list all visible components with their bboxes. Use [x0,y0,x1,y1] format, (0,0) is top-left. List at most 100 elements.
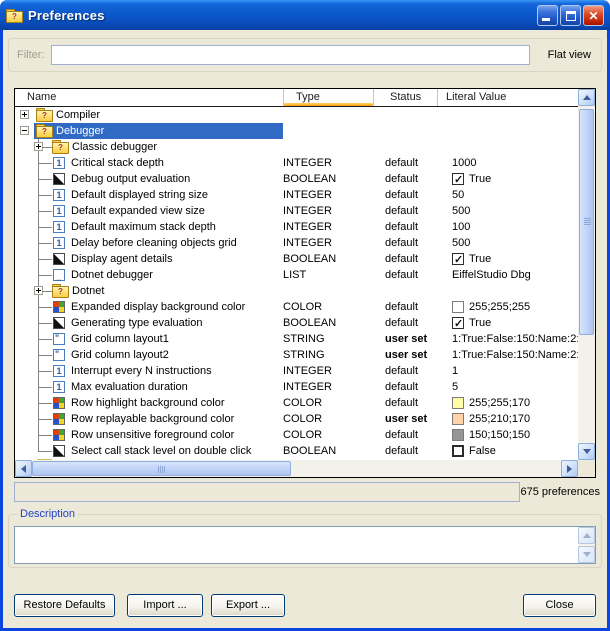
literal-value-cell: False [437,443,578,459]
export-button[interactable]: Export ... [211,594,285,617]
literal-value-cell [437,139,578,155]
literal-value-cell: 500 [437,235,578,251]
literal-text: 255;210;170 [469,411,530,427]
expand-toggle[interactable] [34,142,43,151]
expand-toggle[interactable] [20,126,29,135]
tree-connector [38,419,52,420]
integer-icon: 1 [53,381,65,393]
table-row[interactable]: Grid column layout2STRINGuser set1:True:… [15,347,578,363]
scroll-down-button[interactable] [578,443,595,460]
table-row[interactable]: Row replayable background colorCOLORuser… [15,411,578,427]
literal-text: 255;255;170 [469,395,530,411]
restore-defaults-button[interactable]: Restore Defaults [14,594,115,617]
column-header-type[interactable]: Type [283,89,373,106]
literal-text: 5 [452,379,458,395]
literal-value-cell: 1:True:False:150:Name:2: [437,347,578,363]
table-row[interactable]: Display agent detailsBOOLEANdefaultTrue [15,251,578,267]
column-header-status[interactable]: Status [373,89,437,106]
column-header-name[interactable]: Name [15,89,283,106]
close-button[interactable]: Close [523,594,596,617]
scroll-left-button[interactable] [15,460,32,477]
row-label: Default displayed string size [71,189,208,201]
table-row[interactable]: 1Max evaluation durationINTEGERdefault5 [15,379,578,395]
color-swatch[interactable] [452,413,464,425]
horizontal-scrollbar[interactable] [15,460,578,477]
color-swatch[interactable] [452,429,464,441]
table-row[interactable]: Grid column layout1STRINGuser set1:True:… [15,331,578,347]
string-icon [53,333,65,345]
table-row[interactable]: Select call stack level on double clickB… [15,443,578,459]
table-row[interactable]: Classic debugger [15,139,578,155]
maximize-button[interactable] [560,5,581,26]
folder-icon [52,284,68,297]
window-folder-icon [6,9,22,22]
column-header-literal-value[interactable]: Literal Value [437,89,578,106]
name-cell: Compiler [15,107,283,123]
row-label: Display agent details [71,253,173,265]
scroll-up-button[interactable] [578,89,595,106]
description-textarea[interactable] [15,527,578,563]
type-cell: INTEGER [283,235,373,251]
tree-connector [38,163,52,164]
tree-connector [38,387,52,388]
type-cell: BOOLEAN [283,315,373,331]
expand-toggle[interactable] [20,110,29,119]
table-row[interactable]: 1Default maximum stack depthINTEGERdefau… [15,219,578,235]
color-swatch[interactable] [452,397,464,409]
table-row[interactable]: Debug output evaluationBOOLEANdefaultTru… [15,171,578,187]
scrollbar-corner [578,460,595,477]
literal-text: True [469,315,491,331]
horizontal-scroll-thumb[interactable] [32,461,291,476]
tree-connector [38,403,52,404]
table-row[interactable]: 1Critical stack depthINTEGERdefault1000 [15,155,578,171]
checkbox-checked[interactable] [452,173,464,185]
description-scroll-down-button[interactable] [578,546,595,563]
table-row[interactable]: Generating type evaluationBOOLEANdefault… [15,315,578,331]
table-row[interactable]: 1Delay before cleaning objects gridINTEG… [15,235,578,251]
preference-count: 675 preferences [521,486,601,498]
expand-toggle[interactable] [34,286,43,295]
status-cell: default [373,235,437,251]
table-row[interactable]: 1Default expanded view sizeINTEGERdefaul… [15,203,578,219]
filter-input[interactable] [51,45,530,65]
integer-icon: 1 [53,237,65,249]
name-cell: Row highlight background color [15,395,283,411]
row-label: Row highlight background color [71,397,224,409]
checkbox-unchecked[interactable] [452,445,464,457]
color-swatch[interactable] [452,301,464,313]
arrow-down-icon [583,449,591,454]
type-cell [283,107,373,123]
literal-value-cell: 500 [437,203,578,219]
title-bar[interactable]: Preferences ✕ [0,0,610,30]
table-row[interactable]: Row unsensitive foreground colorCOLORdef… [15,427,578,443]
table-row[interactable]: 1Interrupt every N instructionsINTEGERde… [15,363,578,379]
flat-view-button[interactable]: Flat view [548,49,591,61]
name-cell: Debugger [15,123,283,139]
table-row[interactable]: Compiler [15,107,578,123]
literal-text: 500 [452,203,470,219]
checkbox-checked[interactable] [452,253,464,265]
color-icon [53,429,65,441]
table-row[interactable]: Dotnet debuggerLISTdefaultEiffelStudio D… [15,267,578,283]
integer-icon: 1 [53,221,65,233]
color-icon [53,397,65,409]
vertical-scrollbar[interactable] [578,89,595,460]
table-row[interactable]: Dotnet [15,283,578,299]
table-row[interactable]: 1Default displayed string sizeINTEGERdef… [15,187,578,203]
checkbox-checked[interactable] [452,317,464,329]
minimize-button[interactable] [537,5,558,26]
description-scroll-up-button[interactable] [578,527,595,544]
table-row[interactable]: Expanded display background colorCOLORde… [15,299,578,315]
table-row[interactable]: Debugger [15,123,578,139]
close-window-button[interactable]: ✕ [583,5,604,26]
preferences-grid: Name Type Status Literal Value Compiler D… [14,88,596,478]
table-row[interactable]: Row highlight background colorCOLORdefau… [15,395,578,411]
literal-text: 1000 [452,155,476,171]
import-button[interactable]: Import ... [127,594,203,617]
row-label: Debugger [56,125,104,137]
tree-connector [38,243,52,244]
vertical-scroll-thumb[interactable] [579,109,594,335]
scroll-right-button[interactable] [561,460,578,477]
status-cell: default [373,395,437,411]
status-cell: user set [373,411,437,427]
